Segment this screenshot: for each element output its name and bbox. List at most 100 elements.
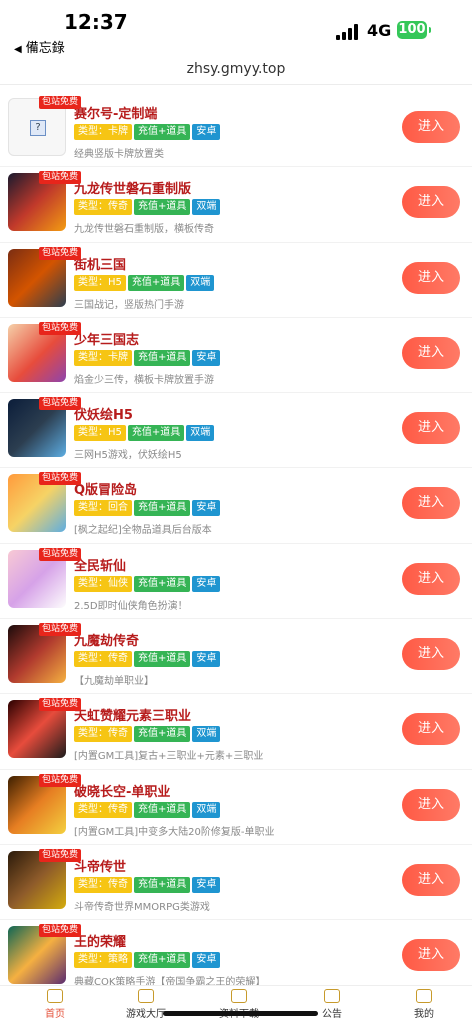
platform-tag: 安卓	[192, 575, 221, 592]
network-type: 4G	[367, 21, 392, 40]
list-item[interactable]: 包站免费 破晓长空-单职业 类型：传奇 充值+道具 双端 [内置GM工具]中变多大陆…	[0, 770, 472, 845]
free-badge: 包站免费	[39, 623, 82, 637]
list-item[interactable]: 包站免费 天虹赞耀元素三职业 类型：传奇 充值+道具 双端 [内置GM工具]复古+三…	[0, 694, 472, 770]
type-tag: 类型：H5	[74, 425, 126, 442]
enter-button[interactable]: 进入	[402, 186, 460, 219]
free-badge: 包站免费	[39, 246, 82, 260]
game-title[interactable]: Q版冒险岛	[74, 479, 137, 498]
tag-group: 类型：传奇 充值+道具 双端	[74, 726, 222, 743]
chat-icon	[324, 989, 340, 1003]
enter-button[interactable]: 进入	[402, 713, 460, 746]
list-item[interactable]: 包站免费 Q版冒险岛 类型：回合 充值+道具 安卓 [枫之起纪]全物品道具后台版本 …	[0, 468, 472, 544]
enter-button[interactable]: 进入	[402, 562, 460, 595]
list-item[interactable]: 包站免费 伏妖绘H5 类型：H5 充值+道具 双端 三网H5游戏，伏妖绘H5 进入	[0, 393, 472, 469]
back-to-app-button[interactable]: ◀ 備忘錄	[14, 37, 65, 56]
platform-tag: 双端	[192, 199, 221, 216]
enter-button[interactable]: 进入	[402, 487, 460, 520]
tag-group: 类型：回合 充值+道具 安卓	[74, 500, 222, 517]
feature-tag: 充值+道具	[134, 952, 191, 969]
free-badge: 包站免费	[39, 924, 82, 938]
type-tag: 类型：仙侠	[74, 575, 132, 592]
game-description: 焰金少三传，横板卡牌放置手游	[74, 374, 214, 386]
enter-button[interactable]: 进入	[402, 939, 460, 972]
game-title[interactable]: 伏妖绘H5	[74, 404, 133, 423]
list-item[interactable]: 包站免费 街机三国 类型：H5 充值+道具 双端 三国战记，竖版热门手游 进入	[0, 243, 472, 318]
free-badge: 包站免费	[39, 472, 82, 486]
home-icon	[47, 989, 63, 1003]
enter-button[interactable]: 进入	[402, 788, 460, 821]
type-tag: 类型：卡牌	[74, 349, 132, 366]
enter-button[interactable]: 进入	[402, 111, 460, 143]
list-item[interactable]: ? 包站免费 赛尔号-定制端 类型：卡牌 充值+道具 安卓 经典竖版卡牌放置类 进入	[0, 92, 472, 168]
type-tag: 类型：传奇	[74, 199, 132, 216]
type-tag: 类型：传奇	[74, 726, 132, 743]
list-item[interactable]: 包站免费 九龙传世磐石重制版 类型：传奇 充值+道具 双端 九龙传世磐石重制版，横板…	[0, 167, 472, 243]
free-badge: 包站免费	[39, 547, 82, 561]
tab-label: 公告	[322, 1009, 342, 1020]
game-title[interactable]: 街机三国	[74, 254, 126, 273]
game-description: 斗帝传奇世界MMORPG类游戏	[74, 901, 210, 913]
bottom-tab-bar: 首页 游戏大厅 资料下载 公告 我的	[0, 985, 472, 1025]
game-title[interactable]: 天虹赞耀元素三职业	[74, 705, 191, 724]
enter-button[interactable]: 进入	[402, 336, 460, 369]
free-badge: 包站免费	[39, 321, 82, 335]
tag-group: 类型：H5 充值+道具 双端	[74, 274, 216, 291]
address-bar[interactable]: zhsy.gmyy.top	[0, 58, 472, 82]
tab-label: 游戏大厅	[126, 1009, 166, 1020]
game-description: 经典竖版卡牌放置类	[74, 149, 164, 160]
back-triangle-icon: ◀	[14, 44, 22, 55]
type-tag: 类型：策略	[74, 952, 132, 969]
game-description: 九龙传世磐石重制版，横板传奇	[74, 224, 214, 236]
type-tag: 类型：传奇	[74, 876, 132, 893]
game-title[interactable]: 王的荣耀	[74, 931, 126, 950]
folder-icon	[231, 989, 247, 1003]
home-indicator	[163, 1011, 318, 1016]
list-item[interactable]: 包站免费 九魔劫传奇 类型：传奇 充值+道具 安卓 【九魔劫单职业】 进入	[0, 619, 472, 695]
game-title[interactable]: 破晓长空-单职业	[74, 781, 170, 800]
platform-tag: 双端	[192, 801, 221, 818]
tag-group: 类型：策略 充值+道具 安卓	[74, 952, 222, 969]
game-title[interactable]: 九龙传世磐石重制版	[74, 178, 191, 197]
feature-tag: 充值+道具	[134, 651, 191, 668]
game-title[interactable]: 赛尔号-定制端	[74, 103, 157, 122]
list-item[interactable]: 包站免费 斗帝传世 类型：传奇 充值+道具 安卓 斗帝传奇世界MMORPG类游戏 进…	[0, 845, 472, 921]
game-list: ? 包站免费 赛尔号-定制端 类型：卡牌 充值+道具 安卓 经典竖版卡牌放置类 进入…	[0, 92, 472, 996]
game-description: [内置GM工具]中变多大陆20阶修复版-单职业	[74, 826, 275, 838]
game-description: 【九魔劫单职业】	[74, 676, 154, 688]
enter-button[interactable]: 进入	[402, 863, 460, 896]
free-badge: 包站免费	[39, 848, 82, 862]
feature-tag: 充值+道具	[134, 199, 191, 216]
tab-profile[interactable]: 我的	[377, 989, 471, 1020]
game-description: [枫之起纪]全物品道具后台版本	[74, 525, 212, 537]
platform-tag: 安卓	[192, 876, 221, 893]
battery-icon: 100	[397, 21, 431, 39]
back-label: 備忘錄	[25, 41, 65, 56]
free-badge: 包站免费	[39, 773, 82, 787]
platform-tag: 安卓	[192, 651, 221, 668]
tab-label: 首页	[45, 1009, 65, 1020]
game-title[interactable]: 全民斩仙	[74, 555, 126, 574]
feature-tag: 充值+道具	[134, 801, 191, 818]
feature-tag: 充值+道具	[127, 425, 185, 442]
game-description: 三网H5游戏，伏妖绘H5	[74, 450, 182, 462]
enter-button[interactable]: 进入	[402, 412, 460, 445]
game-title[interactable]: 斗帝传世	[74, 856, 126, 875]
free-badge: 包站免费	[39, 397, 82, 411]
feature-tag: 充值+道具	[134, 876, 191, 893]
list-item[interactable]: 包站免费 全民斩仙 类型：仙侠 充值+道具 安卓 2.5D即时仙侠角色扮演！ 进入	[0, 544, 472, 620]
gamepad-icon	[138, 989, 154, 1003]
enter-button[interactable]: 进入	[402, 638, 460, 671]
game-title[interactable]: 九魔劫传奇	[74, 630, 139, 649]
enter-button[interactable]: 进入	[402, 261, 460, 294]
list-item[interactable]: 包站免费 少年三国志 类型：卡牌 充值+道具 安卓 焰金少三传，横板卡牌放置手游 进…	[0, 318, 472, 394]
type-tag: 类型：H5	[74, 274, 126, 291]
platform-tag: 安卓	[192, 500, 221, 517]
platform-tag: 双端	[192, 726, 221, 743]
game-title[interactable]: 少年三国志	[74, 329, 139, 348]
tag-group: 类型：卡牌 充值+道具 安卓	[74, 124, 222, 140]
tag-group: 类型：传奇 充值+道具 双端	[74, 801, 222, 818]
type-tag: 类型：传奇	[74, 651, 132, 668]
feature-tag: 充值+道具	[134, 726, 191, 743]
tab-home[interactable]: 首页	[8, 989, 102, 1020]
type-tag: 类型：传奇	[74, 801, 132, 818]
